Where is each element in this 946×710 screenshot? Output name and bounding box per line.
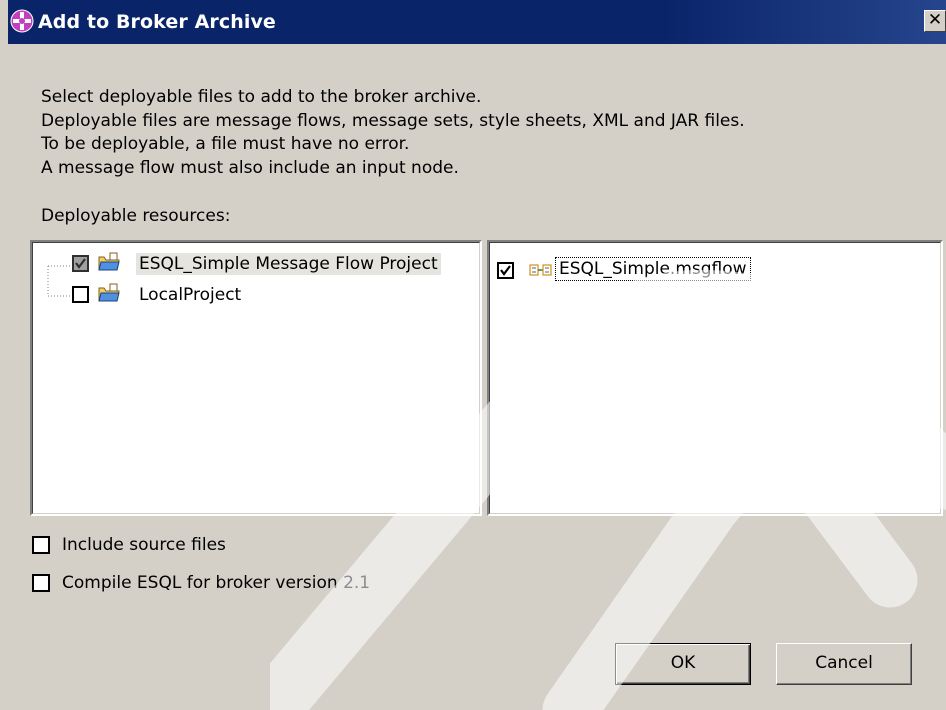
compile-esql-checkbox[interactable] (32, 574, 50, 592)
broker-archive-icon (10, 9, 34, 33)
file-label: ESQL_Simple.msgflow (555, 257, 751, 281)
file-item-esql-simple-msgflow[interactable]: ESQL_Simple.msgflow (489, 257, 929, 285)
description-line: To be deployable, a file must have no er… (41, 134, 410, 154)
file-list[interactable]: ESQL_Simple.msgflow (487, 240, 943, 516)
project-checkbox[interactable] (72, 255, 89, 272)
include-source-label[interactable]: Include source files (62, 534, 226, 556)
msgflow-icon (529, 264, 552, 276)
tree-item-local-project[interactable]: LocalProject (32, 281, 472, 309)
ok-button[interactable]: OK (615, 643, 751, 685)
description-line: Deployable files are message flows, mess… (41, 111, 745, 131)
close-icon: ✕ (927, 10, 943, 30)
project-label: LocalProject (139, 285, 242, 305)
folder-icon (98, 252, 120, 271)
project-label: ESQL_Simple Message Flow Project (136, 253, 441, 275)
title-bar: Add to Broker Archive ✕ (8, 0, 946, 44)
window-title: Add to Broker Archive (38, 11, 276, 33)
file-checkbox[interactable] (497, 262, 514, 279)
folder-icon (98, 283, 120, 302)
cancel-button[interactable]: Cancel (776, 643, 912, 685)
deployable-resources-label: Deployable resources: (41, 206, 231, 226)
close-button[interactable]: ✕ (924, 10, 946, 32)
include-source-checkbox[interactable] (32, 536, 50, 554)
tree-item-esql-simple-project[interactable]: ESQL_Simple Message Flow Project (32, 250, 472, 278)
project-checkbox[interactable] (72, 286, 89, 303)
description-line: A message flow must also include an inpu… (41, 158, 459, 178)
compile-esql-label[interactable]: Compile ESQL for broker version 2.1 (62, 572, 370, 594)
project-tree[interactable]: ESQL_Simple Message Flow Project LocalPr… (30, 240, 482, 516)
description-line: Select deployable files to add to the br… (41, 87, 482, 107)
